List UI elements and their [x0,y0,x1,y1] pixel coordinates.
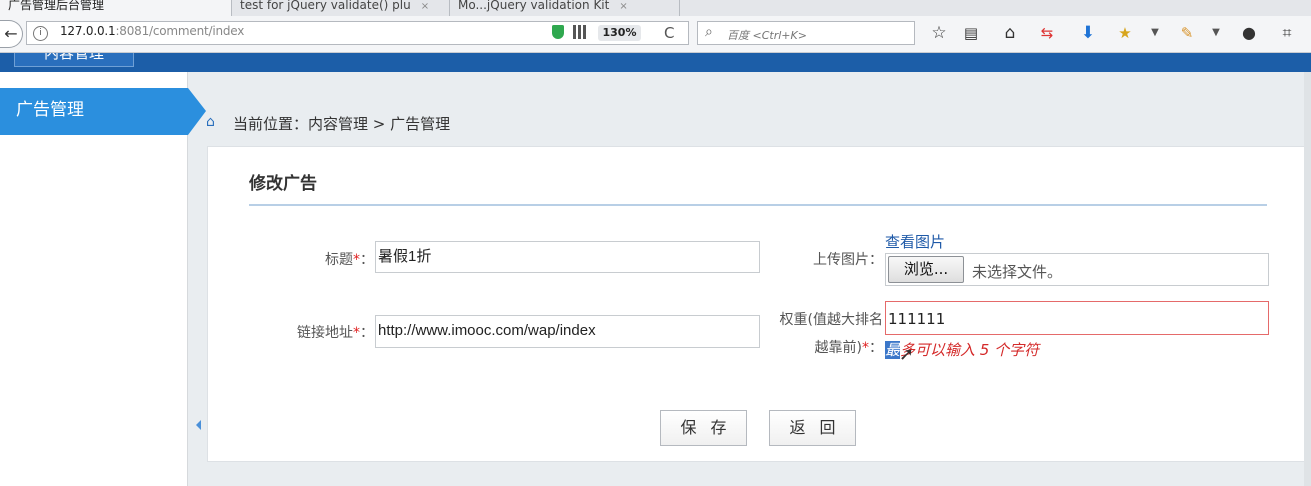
tab-title: 广告管理后台管理 [8,0,105,12]
scrollbar[interactable] [1304,72,1311,486]
extension-icon[interactable]: ✎ [1176,22,1198,44]
sidebar-item-ads[interactable]: 广告管理 [0,88,188,135]
browser-tab[interactable]: test for jQuery validate() plu × [232,0,450,16]
label-text: 链接地址 [297,325,353,341]
weight-label-line2: 越靠前)*： [780,337,883,357]
back-button[interactable]: 返回 [769,410,856,446]
form-title: 修改广告 [249,174,317,194]
home-icon: ⌂ [206,114,215,130]
chat-icon[interactable]: ● [1238,22,1260,44]
link-label: 链接地址*： [270,322,374,342]
label-text: 越靠前) [814,340,862,356]
required-mark: * [862,340,869,356]
label-suffix: ： [360,325,374,341]
title-label: 标题*： [296,249,374,269]
url-text[interactable]: 127.0.0.1:8081/comment/index [60,24,244,38]
dropdown-icon[interactable]: ▼ [1144,22,1166,44]
dropdown-icon[interactable]: ▼ [1205,22,1227,44]
star-icon[interactable]: ☆ [928,22,950,44]
label-text: 标题 [325,252,353,268]
browser-tab[interactable]: Mo...jQuery validation Kit × [450,0,680,16]
label-suffix: ： [869,340,883,356]
reader-icon[interactable]: ▤ [960,22,982,44]
reload-button[interactable]: C [664,24,674,42]
browser-tab-active[interactable]: 广告管理后台管理 [0,0,232,16]
label-suffix: ： [360,252,374,268]
weight-label-line1: 权重(值越大排名 [779,312,883,328]
home-icon[interactable]: ⌂ [999,22,1021,44]
selected-text: 最 [885,341,901,359]
url-host: 127.0.0.1 [60,24,116,38]
crop-icon[interactable]: ⌗ [1276,22,1298,44]
sync-icon[interactable]: ⇆ [1036,22,1058,44]
download-icon[interactable]: ⬇ [1077,22,1099,44]
error-text: 多可以输入 5 个字符 [900,341,1040,359]
view-image-link[interactable]: 查看图片 [885,231,945,252]
addon-icon[interactable]: ★ [1114,22,1136,44]
weight-input[interactable]: 111111 [885,301,1269,335]
link-input[interactable]: http://www.imooc.com/wap/index [375,315,760,348]
tab-title: Mo...jQuery validation Kit [458,0,610,12]
title-input[interactable]: 暑假1折 [375,241,760,273]
mouse-cursor-icon: ➚ [899,344,915,365]
app-header [0,53,1311,72]
tab-title: test for jQuery validate() plu [240,0,411,12]
tab-close-icon[interactable]: × [619,1,627,12]
required-mark: * [353,252,360,268]
save-button[interactable]: 保存 [660,410,747,446]
shield-icon[interactable] [552,25,564,39]
qr-code-icon[interactable] [573,25,587,39]
breadcrumb: 当前位置：内容管理 > 广告管理 [233,115,451,133]
sidebar-active-pointer [188,88,206,135]
zoom-indicator[interactable]: 130% [598,25,641,41]
search-icon: ⌕ [705,24,713,40]
divider [249,204,1267,206]
upload-label: 上传图片： [813,252,883,268]
browse-button[interactable]: 浏览... [888,256,964,283]
tab-close-icon[interactable]: × [421,1,429,12]
required-mark: * [353,325,360,341]
url-path: :8081/comment/index [115,24,245,38]
search-placeholder: 百度 <Ctrl+K> [727,29,807,42]
info-icon[interactable]: i [33,26,48,41]
no-file-text: 未选择文件。 [972,263,1063,281]
collapse-sidebar-icon[interactable] [196,420,201,430]
top-menu-item[interactable]: 内容管理 [14,53,134,67]
